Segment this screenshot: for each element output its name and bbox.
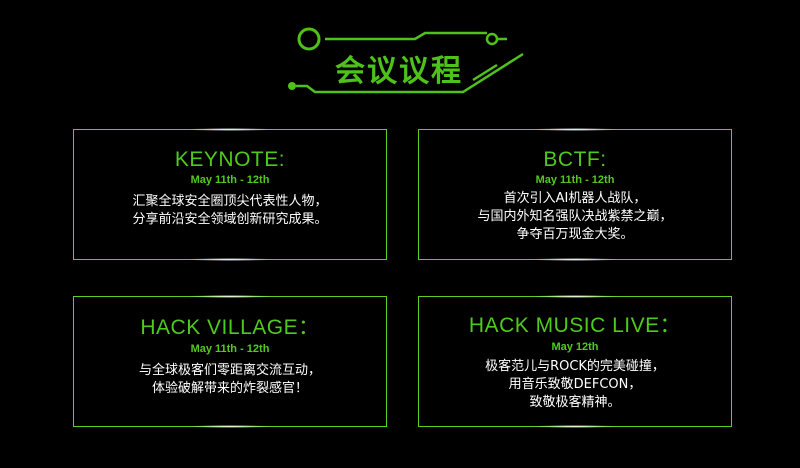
card-date: May 11th - 12th: [190, 174, 270, 186]
card-title: HACK VILLAGE：: [140, 316, 320, 339]
page-title: 会议议程: [335, 54, 463, 89]
card-description-line: 与国内外知名强队决战紫禁之巅，: [477, 209, 673, 224]
card-date: May 12th: [551, 341, 599, 353]
card-description-line: 汇聚全球安全圈顶尖代表性人物，: [132, 194, 328, 209]
agenda-card-hack-music-live: HACK MUSIC LIVE： May 12th 极客范儿与ROCK的完美碰撞…: [418, 295, 732, 428]
card-description: 与全球极客们零距离交流互动， 体验破解带来的炸裂感官！: [74, 362, 386, 398]
card-date: May 11th - 12th: [535, 174, 615, 186]
card-description: 极客范儿与ROCK的完美碰撞， 用音乐致敬DEFCON， 致敬极客精神。: [419, 358, 731, 412]
card-description: 汇聚全球安全圈顶尖代表性人物， 分享前沿安全领域创新研究成果。: [74, 193, 386, 229]
card-date: May 11th - 12th: [190, 343, 270, 355]
card-description-line: 与全球极客们零距离交流互动，: [138, 363, 321, 378]
card-glow-top: [190, 128, 270, 131]
card-glow-bottom: [190, 258, 270, 261]
card-glow-bottom: [535, 425, 615, 428]
agenda-card-bctf: BCTF: May 11th - 12th 首次引入AI机器人战队， 与国内外知…: [418, 128, 732, 261]
card-description-line: 争夺百万现金大奖。: [516, 227, 634, 242]
card-description-line: 首次引入AI机器人战队，: [503, 191, 647, 206]
card-glow-top: [190, 295, 270, 298]
agenda-card-hack-village: HACK VILLAGE： May 11th - 12th 与全球极客们零距离交…: [73, 295, 387, 428]
agenda-card-keynote: KEYNOTE: May 11th - 12th 汇聚全球安全圈顶尖代表性人物，…: [73, 128, 387, 261]
card-description-line: 分享前沿安全领域创新研究成果。: [132, 212, 328, 227]
card-description-line: 致敬极客精神。: [529, 395, 621, 410]
card-description-line: 体验破解带来的炸裂感官！: [151, 381, 308, 396]
card-title: KEYNOTE:: [174, 148, 286, 171]
card-description-line: 用音乐致敬DEFCON，: [508, 377, 642, 392]
card-glow-bottom: [190, 425, 270, 428]
card-title: HACK MUSIC LIVE：: [468, 314, 682, 337]
card-description-line: 极客范儿与ROCK的完美碰撞，: [485, 359, 665, 374]
card-glow-bottom: [535, 258, 615, 261]
card-description: 首次引入AI机器人战队， 与国内外知名强队决战紫禁之巅， 争夺百万现金大奖。: [419, 190, 731, 244]
card-glow-top: [535, 295, 615, 298]
card-title: BCTF:: [543, 148, 607, 171]
agenda-header: 会议议程: [285, 24, 530, 104]
card-glow-top: [535, 128, 615, 131]
